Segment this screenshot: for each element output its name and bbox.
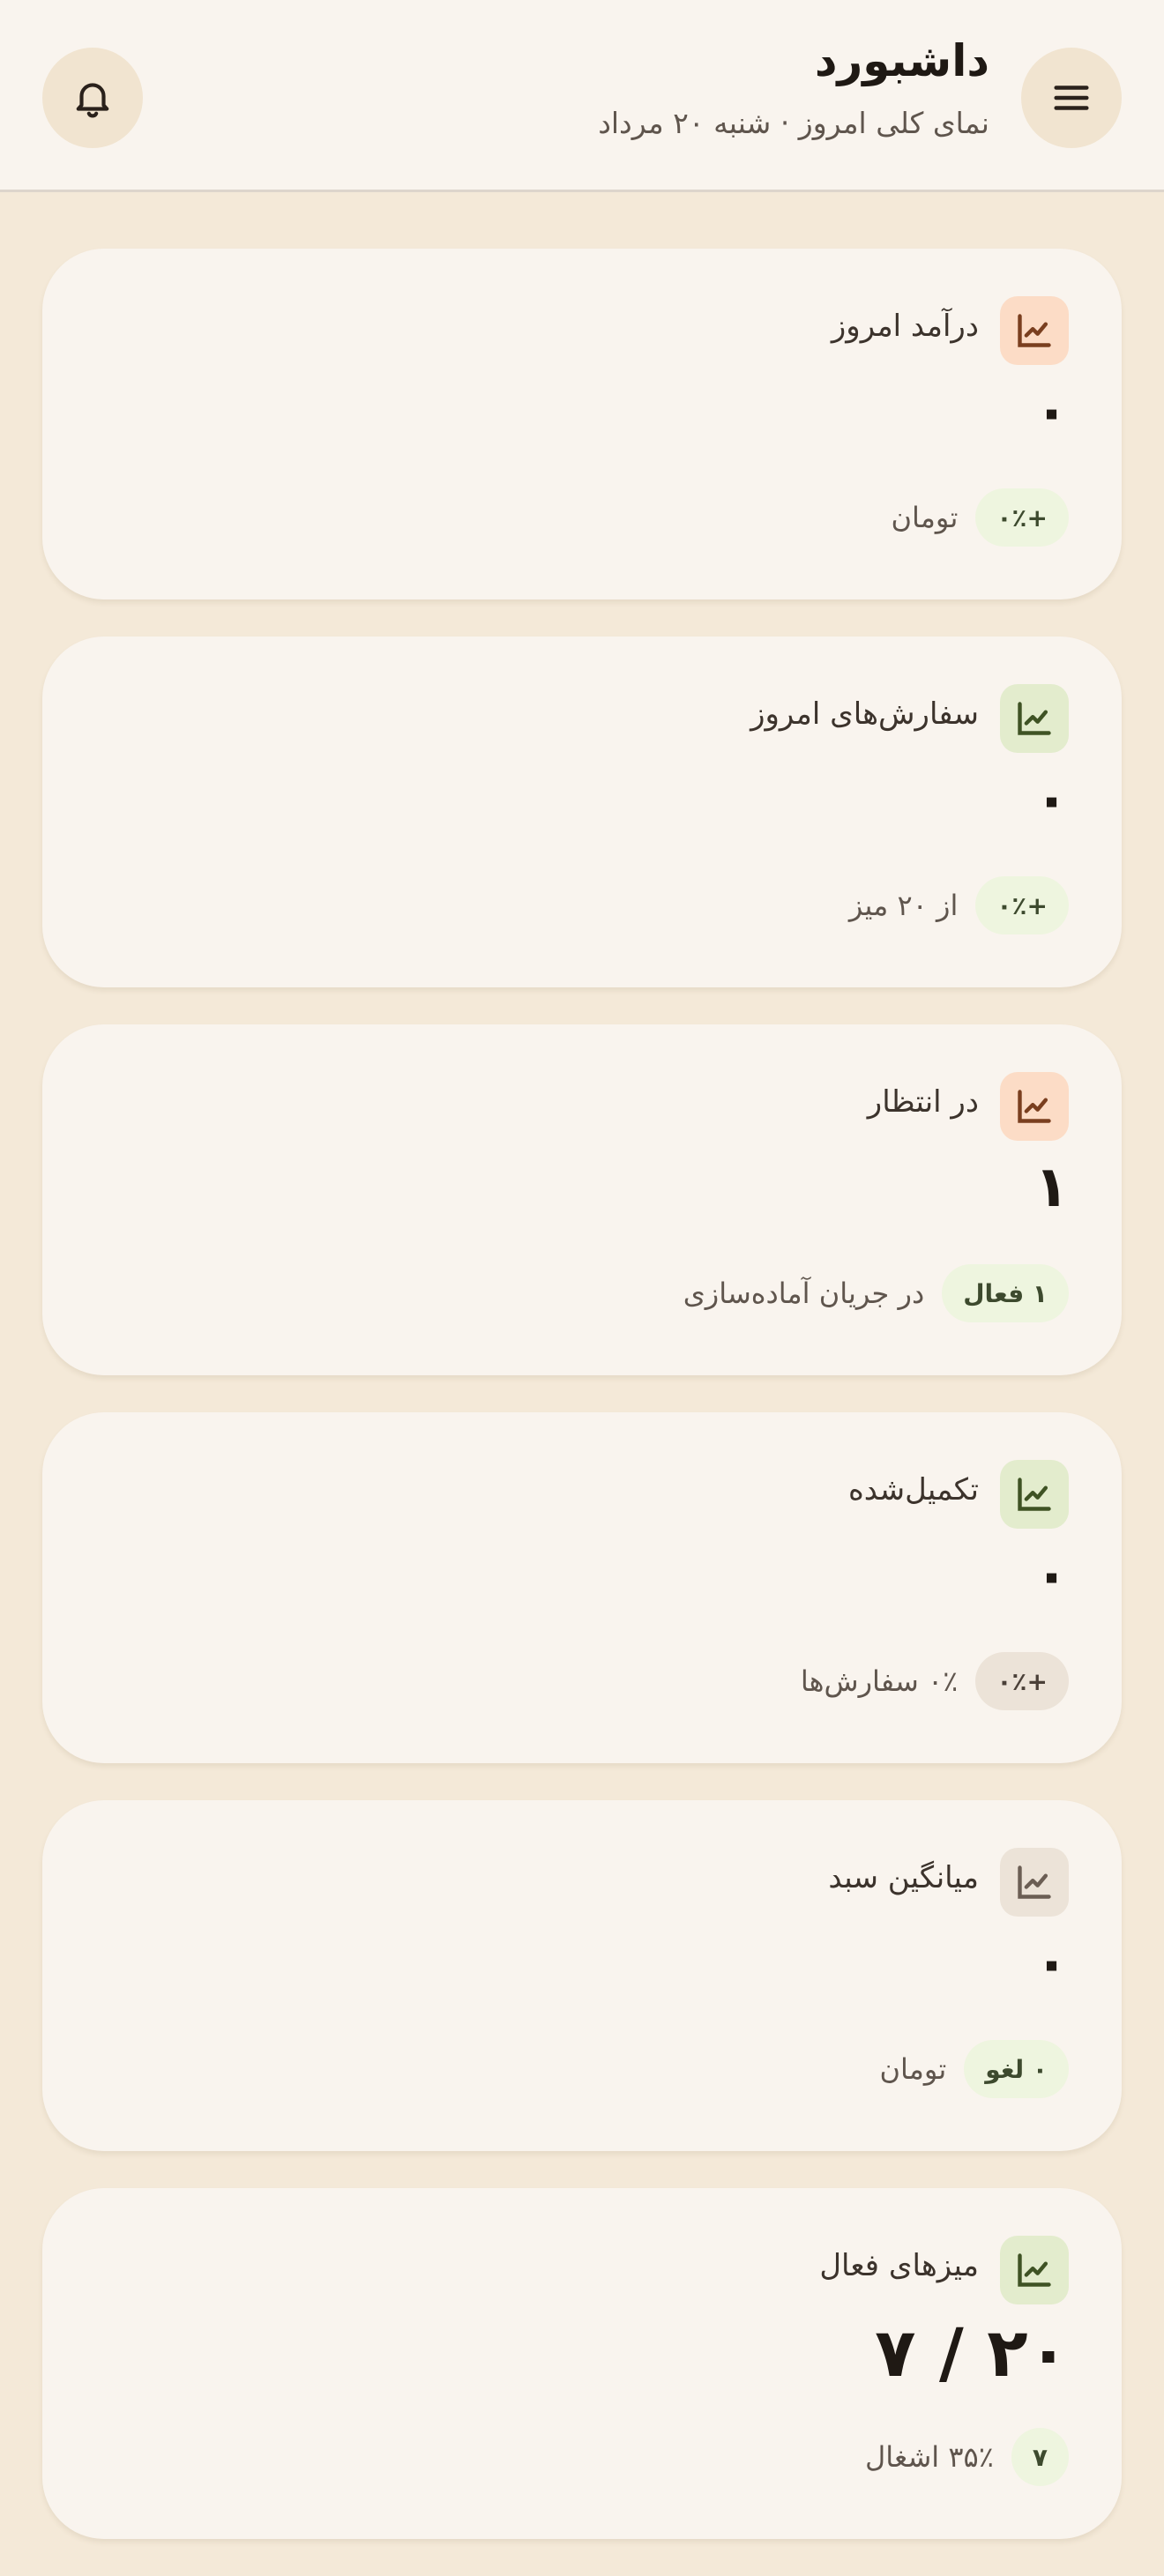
stat-label: سفارش‌های امروز	[750, 696, 979, 732]
stat-icon-box	[1000, 1848, 1069, 1917]
stat-card-average-basket[interactable]: میانگین سبد ۰ ۰ لغو تومان	[42, 1800, 1122, 2151]
stat-value: ۰	[1033, 1931, 1069, 1996]
stat-value: ۰	[1033, 767, 1069, 832]
stat-footer: ۱ فعال در جریان آماده‌سازی	[683, 1264, 1069, 1322]
stat-footer: +۰٪ تومان	[892, 488, 1069, 547]
line-chart-icon	[1018, 702, 1051, 735]
stat-label: تکمیل‌شده	[847, 1472, 979, 1508]
stat-icon-box	[1000, 684, 1069, 753]
stat-label: میزهای فعال	[819, 2248, 979, 2283]
hamburger-menu-icon	[1054, 86, 1089, 110]
stat-value: ۱	[1033, 1155, 1069, 1220]
stat-note: ۳۵٪ اشغال	[865, 2440, 994, 2474]
stat-footer: +۰٪ ۰٪ سفارش‌ها	[801, 1652, 1069, 1710]
cancelled-badge: ۰ لغو	[964, 2040, 1069, 2098]
stat-card-orders-today[interactable]: سفارش‌های امروز ۰ +۰٪ از ۲۰ میز	[42, 637, 1122, 987]
bell-icon	[76, 83, 109, 118]
stat-value: ۰	[1033, 1543, 1069, 1608]
count-badge: ۷	[1011, 2428, 1069, 2486]
stat-footer: ۰ لغو تومان	[879, 2040, 1069, 2098]
stat-value: ۰	[1033, 379, 1069, 444]
page-subtitle: نمای کلی امروز · شنبه ۲۰ مرداد	[598, 106, 989, 140]
line-chart-icon	[1018, 1865, 1051, 1899]
stat-note: تومان	[891, 501, 959, 534]
stat-card-completed[interactable]: تکمیل‌شده ۰ +۰٪ ۰٪ سفارش‌ها	[42, 1412, 1122, 1763]
stat-icon-box	[1000, 296, 1069, 365]
stat-note: ۰٪ سفارش‌ها	[800, 1664, 959, 1698]
stat-label: درآمد امروز	[831, 309, 979, 344]
stat-note: از ۲۰ میز	[848, 889, 959, 922]
stat-card-revenue-today[interactable]: درآمد امروز ۰ +۰٪ تومان	[42, 249, 1122, 599]
active-badge: ۱ فعال	[942, 1264, 1069, 1322]
change-badge: +۰٪	[975, 1652, 1069, 1710]
line-chart-icon	[1018, 314, 1051, 347]
stat-card-pending[interactable]: در انتظار ۱ ۱ فعال در جریان آماده‌سازی	[42, 1024, 1122, 1375]
stat-footer: ۷ ۳۵٪ اشغال	[865, 2428, 1069, 2486]
stat-note: در جریان آماده‌سازی	[683, 1277, 925, 1310]
stat-icon-box	[1000, 1072, 1069, 1141]
change-badge: +۰٪	[975, 488, 1069, 547]
stat-footer: +۰٪ از ۲۰ میز	[849, 876, 1069, 934]
page-title: داشبورد	[814, 35, 989, 86]
line-chart-icon	[1018, 2253, 1051, 2287]
stat-icon-box	[1000, 1460, 1069, 1529]
stat-icon-box	[1000, 2236, 1069, 2304]
stat-note: تومان	[879, 2052, 947, 2086]
menu-button[interactable]	[1021, 48, 1122, 148]
stats-list: درآمد امروز ۰ +۰٪ تومان سفارش‌های امروز …	[42, 249, 1122, 2576]
stat-label: در انتظار	[867, 1084, 979, 1120]
stat-value: ۲۰ / ۷	[875, 2313, 1069, 2392]
stat-label: میانگین سبد	[828, 1860, 979, 1895]
change-badge: +۰٪	[975, 876, 1069, 934]
notifications-button[interactable]	[42, 48, 143, 148]
app-header: داشبورد نمای کلی امروز · شنبه ۲۰ مرداد	[0, 0, 1164, 192]
line-chart-icon	[1018, 1478, 1051, 1511]
stat-card-active-tables[interactable]: میزهای فعال ۲۰ / ۷ ۷ ۳۵٪ اشغال	[42, 2188, 1122, 2539]
line-chart-icon	[1018, 1090, 1051, 1123]
